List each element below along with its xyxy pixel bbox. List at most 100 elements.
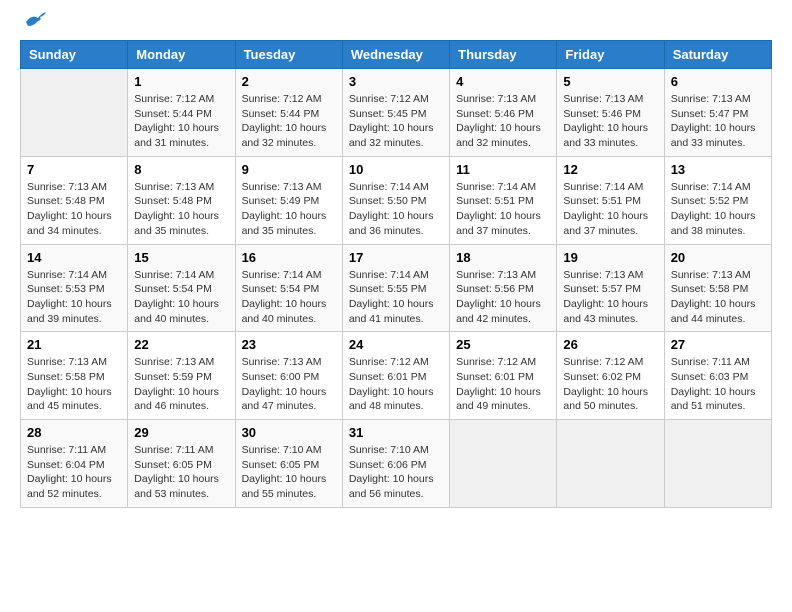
day-info: Sunrise: 7:14 AM Sunset: 5:51 PM Dayligh… [456, 180, 550, 239]
day-info: Sunrise: 7:12 AM Sunset: 5:44 PM Dayligh… [134, 92, 228, 151]
day-info: Sunrise: 7:14 AM Sunset: 5:50 PM Dayligh… [349, 180, 443, 239]
day-info: Sunrise: 7:13 AM Sunset: 5:57 PM Dayligh… [563, 268, 657, 327]
daylight-text: Daylight: 10 hours and 44 minutes. [671, 298, 756, 325]
column-header-tuesday: Tuesday [235, 41, 342, 69]
calendar-cell: 24 Sunrise: 7:12 AM Sunset: 6:01 PM Dayl… [342, 332, 449, 420]
calendar-cell: 23 Sunrise: 7:13 AM Sunset: 6:00 PM Dayl… [235, 332, 342, 420]
day-number: 29 [134, 425, 228, 440]
calendar-cell: 3 Sunrise: 7:12 AM Sunset: 5:45 PM Dayli… [342, 69, 449, 157]
daylight-text: Daylight: 10 hours and 35 minutes. [134, 210, 219, 237]
day-number: 11 [456, 162, 550, 177]
daylight-text: Daylight: 10 hours and 33 minutes. [671, 122, 756, 149]
sunrise-text: Sunrise: 7:13 AM [134, 181, 214, 193]
column-header-wednesday: Wednesday [342, 41, 449, 69]
calendar-cell: 6 Sunrise: 7:13 AM Sunset: 5:47 PM Dayli… [664, 69, 771, 157]
day-number: 6 [671, 74, 765, 89]
logo-bird-icon [24, 12, 46, 30]
day-info: Sunrise: 7:13 AM Sunset: 5:46 PM Dayligh… [456, 92, 550, 151]
day-number: 8 [134, 162, 228, 177]
sunrise-text: Sunrise: 7:14 AM [134, 269, 214, 281]
daylight-text: Daylight: 10 hours and 35 minutes. [242, 210, 327, 237]
column-header-thursday: Thursday [450, 41, 557, 69]
sunset-text: Sunset: 5:53 PM [27, 283, 105, 295]
sunrise-text: Sunrise: 7:12 AM [349, 93, 429, 105]
daylight-text: Daylight: 10 hours and 34 minutes. [27, 210, 112, 237]
calendar-cell: 14 Sunrise: 7:14 AM Sunset: 5:53 PM Dayl… [21, 244, 128, 332]
calendar-cell: 19 Sunrise: 7:13 AM Sunset: 5:57 PM Dayl… [557, 244, 664, 332]
sunset-text: Sunset: 5:56 PM [456, 283, 534, 295]
day-info: Sunrise: 7:13 AM Sunset: 5:47 PM Dayligh… [671, 92, 765, 151]
sunset-text: Sunset: 5:48 PM [134, 195, 212, 207]
sunrise-text: Sunrise: 7:13 AM [242, 181, 322, 193]
sunrise-text: Sunrise: 7:12 AM [456, 356, 536, 368]
daylight-text: Daylight: 10 hours and 40 minutes. [242, 298, 327, 325]
sunrise-text: Sunrise: 7:13 AM [671, 93, 751, 105]
sunset-text: Sunset: 5:47 PM [671, 108, 749, 120]
daylight-text: Daylight: 10 hours and 52 minutes. [27, 473, 112, 500]
calendar-cell: 21 Sunrise: 7:13 AM Sunset: 5:58 PM Dayl… [21, 332, 128, 420]
day-number: 14 [27, 250, 121, 265]
sunset-text: Sunset: 5:51 PM [563, 195, 641, 207]
sunrise-text: Sunrise: 7:14 AM [349, 181, 429, 193]
daylight-text: Daylight: 10 hours and 39 minutes. [27, 298, 112, 325]
daylight-text: Daylight: 10 hours and 32 minutes. [242, 122, 327, 149]
daylight-text: Daylight: 10 hours and 41 minutes. [349, 298, 434, 325]
day-number: 21 [27, 337, 121, 352]
daylight-text: Daylight: 10 hours and 45 minutes. [27, 386, 112, 413]
daylight-text: Daylight: 10 hours and 40 minutes. [134, 298, 219, 325]
sunrise-text: Sunrise: 7:13 AM [671, 269, 751, 281]
sunrise-text: Sunrise: 7:11 AM [671, 356, 750, 368]
calendar-cell: 30 Sunrise: 7:10 AM Sunset: 6:05 PM Dayl… [235, 420, 342, 508]
sunset-text: Sunset: 5:49 PM [242, 195, 320, 207]
calendar-table: SundayMondayTuesdayWednesdayThursdayFrid… [20, 40, 772, 508]
sunset-text: Sunset: 5:58 PM [671, 283, 749, 295]
sunrise-text: Sunrise: 7:12 AM [563, 356, 643, 368]
sunset-text: Sunset: 6:02 PM [563, 371, 641, 383]
day-number: 16 [242, 250, 336, 265]
day-info: Sunrise: 7:13 AM Sunset: 5:48 PM Dayligh… [134, 180, 228, 239]
daylight-text: Daylight: 10 hours and 32 minutes. [349, 122, 434, 149]
day-number: 23 [242, 337, 336, 352]
sunrise-text: Sunrise: 7:10 AM [242, 444, 322, 456]
sunset-text: Sunset: 5:51 PM [456, 195, 534, 207]
daylight-text: Daylight: 10 hours and 37 minutes. [563, 210, 648, 237]
sunset-text: Sunset: 5:48 PM [27, 195, 105, 207]
calendar-cell: 28 Sunrise: 7:11 AM Sunset: 6:04 PM Dayl… [21, 420, 128, 508]
sunset-text: Sunset: 5:59 PM [134, 371, 212, 383]
day-info: Sunrise: 7:11 AM Sunset: 6:04 PM Dayligh… [27, 443, 121, 502]
day-info: Sunrise: 7:10 AM Sunset: 6:06 PM Dayligh… [349, 443, 443, 502]
day-number: 13 [671, 162, 765, 177]
day-info: Sunrise: 7:13 AM Sunset: 5:58 PM Dayligh… [671, 268, 765, 327]
daylight-text: Daylight: 10 hours and 51 minutes. [671, 386, 756, 413]
day-number: 3 [349, 74, 443, 89]
sunset-text: Sunset: 6:03 PM [671, 371, 749, 383]
sunset-text: Sunset: 5:44 PM [242, 108, 320, 120]
day-info: Sunrise: 7:11 AM Sunset: 6:03 PM Dayligh… [671, 355, 765, 414]
day-number: 2 [242, 74, 336, 89]
calendar-cell [557, 420, 664, 508]
column-header-monday: Monday [128, 41, 235, 69]
calendar-cell: 13 Sunrise: 7:14 AM Sunset: 5:52 PM Dayl… [664, 156, 771, 244]
day-number: 17 [349, 250, 443, 265]
sunrise-text: Sunrise: 7:12 AM [349, 356, 429, 368]
day-info: Sunrise: 7:12 AM Sunset: 5:44 PM Dayligh… [242, 92, 336, 151]
calendar-cell: 17 Sunrise: 7:14 AM Sunset: 5:55 PM Dayl… [342, 244, 449, 332]
sunrise-text: Sunrise: 7:13 AM [27, 356, 107, 368]
calendar-cell: 25 Sunrise: 7:12 AM Sunset: 6:01 PM Dayl… [450, 332, 557, 420]
day-info: Sunrise: 7:12 AM Sunset: 6:01 PM Dayligh… [349, 355, 443, 414]
sunrise-text: Sunrise: 7:14 AM [563, 181, 643, 193]
sunrise-text: Sunrise: 7:14 AM [456, 181, 536, 193]
column-header-friday: Friday [557, 41, 664, 69]
daylight-text: Daylight: 10 hours and 38 minutes. [671, 210, 756, 237]
calendar-cell [21, 69, 128, 157]
day-info: Sunrise: 7:13 AM Sunset: 5:48 PM Dayligh… [27, 180, 121, 239]
sunrise-text: Sunrise: 7:13 AM [242, 356, 322, 368]
sunset-text: Sunset: 5:54 PM [242, 283, 320, 295]
day-info: Sunrise: 7:14 AM Sunset: 5:52 PM Dayligh… [671, 180, 765, 239]
sunset-text: Sunset: 5:54 PM [134, 283, 212, 295]
day-number: 26 [563, 337, 657, 352]
day-number: 30 [242, 425, 336, 440]
sunset-text: Sunset: 6:06 PM [349, 459, 427, 471]
day-number: 28 [27, 425, 121, 440]
sunset-text: Sunset: 6:04 PM [27, 459, 105, 471]
